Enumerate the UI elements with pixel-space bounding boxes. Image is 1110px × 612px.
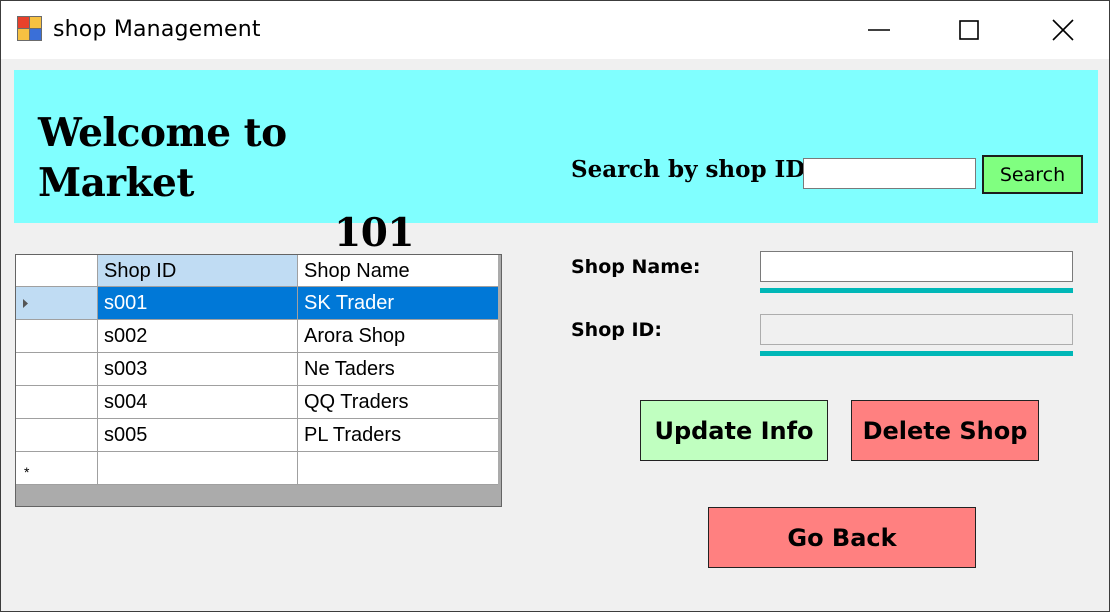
window-title: shop Management — [53, 17, 261, 42]
cell-shop-name[interactable]: Arora Shop — [298, 320, 498, 353]
current-row-arrow-icon — [23, 299, 28, 308]
search-label: Search by shop ID — [571, 156, 806, 183]
grid-header-row: Shop ID Shop Name — [16, 255, 501, 288]
minimize-button[interactable] — [833, 1, 925, 59]
cell-shop-id[interactable]: s004 — [98, 386, 298, 419]
shop-id-underline — [760, 351, 1073, 356]
welcome-heading: Welcome to Market 101 — [38, 108, 415, 258]
go-back-button[interactable]: Go Back — [708, 507, 976, 568]
table-row[interactable]: s002 Arora Shop — [16, 320, 501, 353]
table-row[interactable]: s005 PL Traders — [16, 419, 501, 452]
shop-name-label: Shop Name: — [571, 256, 701, 278]
row-header[interactable] — [16, 353, 98, 386]
column-header-shop-name[interactable]: Shop Name — [298, 255, 498, 287]
cell-shop-id[interactable] — [98, 452, 298, 485]
close-button[interactable] — [1017, 1, 1109, 59]
cell-shop-id[interactable]: s002 — [98, 320, 298, 353]
title-bar[interactable]: shop Management — [1, 1, 1109, 59]
welcome-line-1: Welcome to Market — [38, 110, 287, 206]
maximize-button[interactable] — [923, 1, 1015, 59]
cell-shop-name[interactable] — [298, 452, 498, 485]
cell-shop-id[interactable]: s003 — [98, 353, 298, 386]
row-header-corner — [16, 255, 98, 287]
table-row[interactable]: s004 QQ Traders — [16, 386, 501, 419]
search-button[interactable]: Search — [982, 155, 1083, 194]
new-row[interactable]: * — [16, 452, 501, 485]
row-header[interactable] — [16, 419, 98, 452]
table-row[interactable]: s003 Ne Taders — [16, 353, 501, 386]
welcome-line-2: 101 — [334, 210, 414, 256]
search-input[interactable] — [803, 158, 976, 189]
cell-shop-name[interactable]: QQ Traders — [298, 386, 498, 419]
maximize-icon — [959, 20, 979, 40]
shop-grid[interactable]: Shop ID Shop Name s001 SK Trader s002 Ar… — [15, 254, 502, 507]
update-info-button[interactable]: Update Info — [640, 400, 828, 461]
row-header[interactable]: * — [16, 452, 98, 485]
shop-name-field[interactable] — [760, 251, 1073, 282]
row-header[interactable] — [16, 320, 98, 353]
minimize-icon — [868, 29, 890, 31]
shop-id-field[interactable] — [760, 314, 1073, 345]
row-header[interactable] — [16, 287, 98, 320]
cell-shop-name[interactable]: SK Trader — [298, 287, 498, 320]
cell-shop-name[interactable]: Ne Taders — [298, 353, 498, 386]
column-header-shop-id[interactable]: Shop ID — [98, 255, 298, 287]
row-header[interactable] — [16, 386, 98, 419]
cell-shop-name[interactable]: PL Traders — [298, 419, 498, 452]
table-row[interactable]: s001 SK Trader — [16, 287, 501, 320]
welcome-banner: Welcome to Market 101 Search by shop ID … — [14, 70, 1098, 256]
new-row-marker: * — [24, 464, 30, 480]
shop-name-underline — [760, 288, 1073, 293]
delete-shop-button[interactable]: Delete Shop — [851, 400, 1039, 461]
app-icon — [17, 16, 45, 43]
cell-shop-id[interactable]: s005 — [98, 419, 298, 452]
close-icon — [1052, 19, 1074, 41]
shop-id-label: Shop ID: — [571, 319, 662, 341]
app-window: shop Management Welcome to Market 101 Se… — [0, 0, 1110, 612]
cell-shop-id[interactable]: s001 — [98, 287, 298, 320]
